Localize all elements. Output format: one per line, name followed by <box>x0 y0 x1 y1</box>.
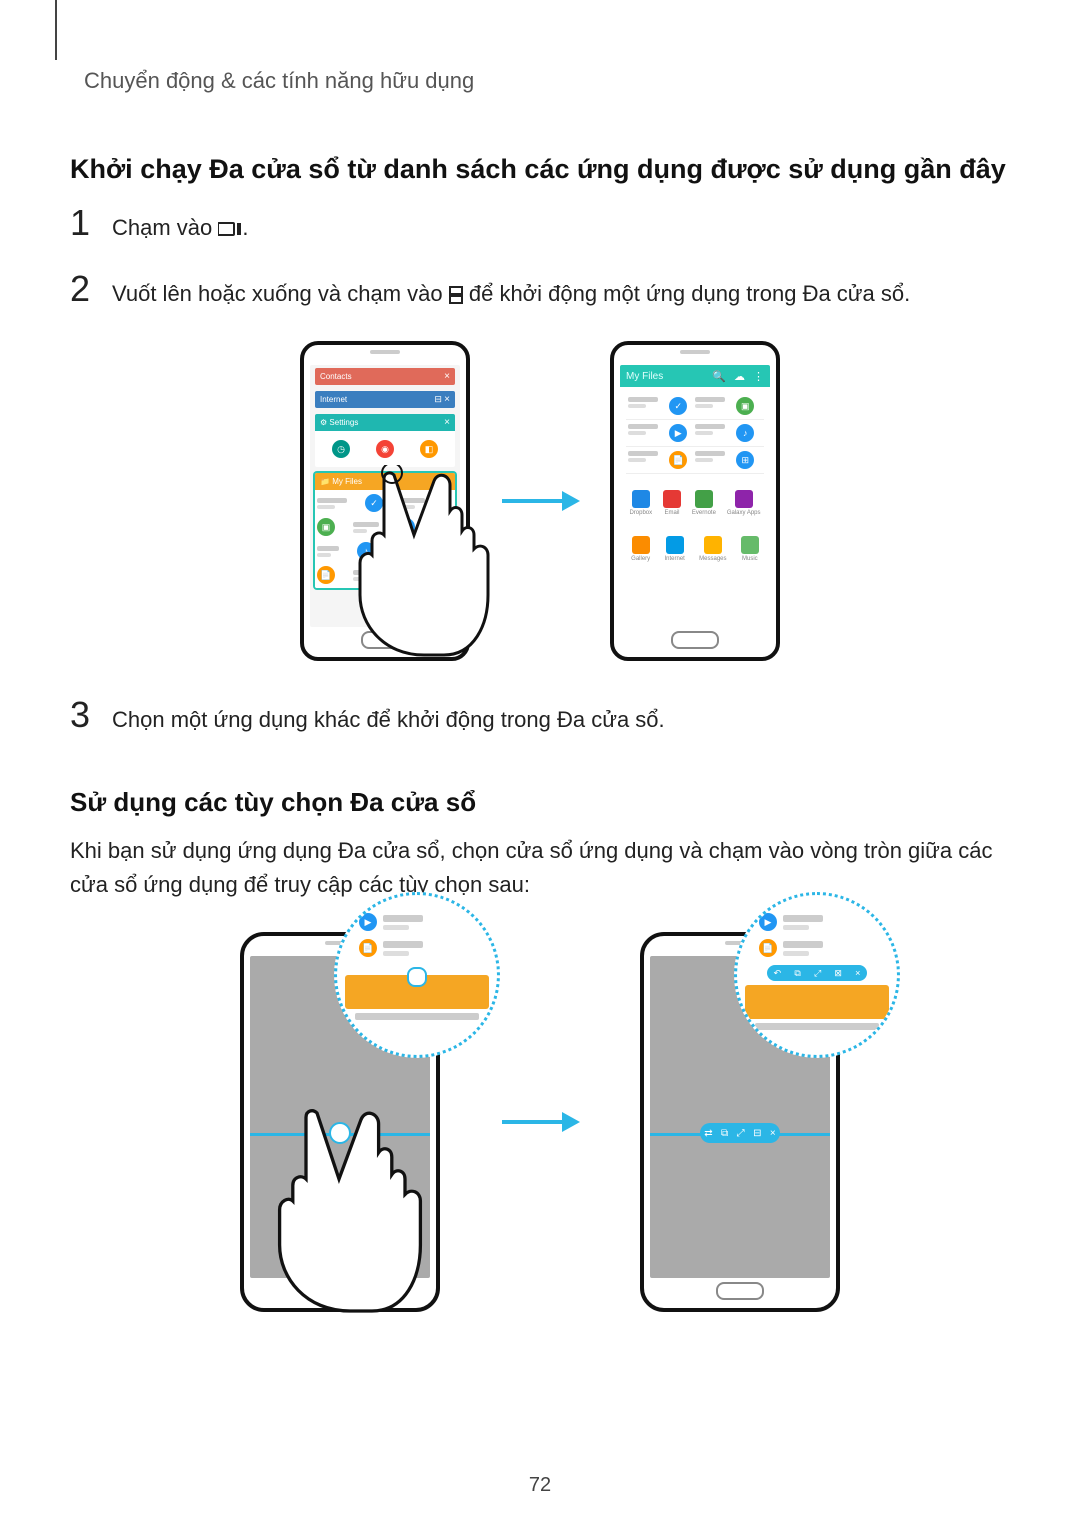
home-button-icon <box>316 1282 364 1300</box>
step-3-text: Chọn một ứng dụng khác để khởi động tron… <box>112 701 1010 736</box>
multiwindow-handle-icon <box>407 967 427 987</box>
step-1-text: Chạm vào . <box>112 209 1010 244</box>
section-2-body: Khi bạn sử dụng ứng dụng Đa cửa sổ, chọn… <box>70 834 1010 902</box>
header-side-rule <box>55 0 57 60</box>
toolbar-swap-icon: ↶ <box>774 968 782 979</box>
category-icon: ▶ <box>669 424 687 442</box>
toolbar-max-icon: ⤢ <box>814 968 821 979</box>
icon-chip: ▶ <box>359 913 377 931</box>
figure-2: ▶ 📄 ⇄ ⧉ <box>70 932 1010 1312</box>
multiwindow-toolbar: ⇄ ⧉ ⤢ ⊟ × <box>700 1123 780 1143</box>
arrow-right-icon <box>500 486 580 516</box>
home-button-icon <box>361 631 409 649</box>
arrow-right-icon <box>500 1107 580 1137</box>
split-icon: ⊟ <box>435 477 442 486</box>
home-button-icon <box>671 631 719 649</box>
step-1-number: 1 <box>70 205 102 241</box>
step-3-number: 3 <box>70 697 102 733</box>
icon-chip: ✓ <box>365 494 383 512</box>
app-icon <box>704 536 722 554</box>
toolbar-drag-icon: ⧉ <box>721 1128 728 1139</box>
app-icon <box>632 490 650 508</box>
category-icon: ✓ <box>669 397 687 415</box>
icon-chip: ◷ <box>332 440 350 458</box>
section-heading-2: Sử dụng các tùy chọn Đa cửa sổ <box>70 787 1010 818</box>
toolbar-swap-icon: ⇄ <box>704 1128 712 1139</box>
icon-chip: ◉ <box>376 440 394 458</box>
app-icon <box>663 490 681 508</box>
app-icon <box>632 536 650 554</box>
app-icon <box>741 536 759 554</box>
breadcrumb: Chuyển động & các tính năng hữu dụng <box>70 68 1010 94</box>
figure-1-phone-left: Contacts× Internet⊟ × ⚙ Settings× ◷ ◉ ◧ … <box>300 341 470 661</box>
icon-chip: 📄 <box>317 566 335 584</box>
category-icon: ▣ <box>736 397 754 415</box>
icon-chip: ▣ <box>317 518 335 536</box>
recent-card-title: Contacts <box>320 372 352 381</box>
files-header-title: My Files <box>626 371 704 382</box>
recents-key-icon <box>218 221 242 237</box>
close-icon: × <box>444 417 450 428</box>
toolbar-close-icon: × <box>770 1128 776 1139</box>
cloud-icon: ☁ <box>734 370 745 383</box>
icon-chip: 📄 <box>359 939 377 957</box>
toolbar-drag-icon: ⧉ <box>794 968 800 979</box>
step-2-text: Vuốt lên hoặc xuống và chạm vào để khởi … <box>112 275 1010 310</box>
category-icon: ♪ <box>736 424 754 442</box>
zoom-callout: ▶ 📄 <box>334 892 500 1058</box>
multiwindow-icon <box>449 286 463 304</box>
icon-chip: ◧ <box>420 440 438 458</box>
figure-1-phone-right: My Files 🔍 ☁ ⋮ ✓ ▣ ▶ <box>610 341 780 661</box>
recent-card-title: Internet <box>320 395 347 404</box>
page-number: 72 <box>0 1474 1080 1497</box>
recent-card-title: Settings <box>329 418 358 427</box>
recent-card-title: My Files <box>332 477 362 486</box>
icon-chip: ♪ <box>357 542 375 560</box>
step-list-continued: 3 Chọn một ứng dụng khác để khởi động tr… <box>70 701 1010 737</box>
close-icon: × <box>444 371 450 382</box>
toolbar-min-icon: ⊠ <box>834 968 842 979</box>
category-icon: ⊞ <box>736 451 754 469</box>
search-icon: 🔍 <box>712 370 726 383</box>
home-button-icon <box>716 1282 764 1300</box>
step-list: 1 Chạm vào . 2 Vuốt lên hoặc xuống và ch… <box>70 209 1010 311</box>
app-icon <box>735 490 753 508</box>
app-icon <box>695 490 713 508</box>
close-icon: × <box>444 476 450 487</box>
toolbar-max-icon: ⤢ <box>737 1128 745 1139</box>
split-icon: ⊟ <box>434 394 442 404</box>
zoom-callout: ▶ 📄 ↶ ⧉ ⤢ ⊠ × <box>734 892 900 1058</box>
category-icon: 📄 <box>669 451 687 469</box>
figure-1: Contacts× Internet⊟ × ⚙ Settings× ◷ ◉ ◧ … <box>70 341 1010 661</box>
app-icon <box>666 536 684 554</box>
icon-chip: ▶ <box>759 913 777 931</box>
close-icon: × <box>444 394 450 405</box>
section-heading-1: Khởi chạy Đa cửa sổ từ danh sách các ứng… <box>70 154 1010 185</box>
step-2-number: 2 <box>70 271 102 307</box>
toolbar-min-icon: ⊟ <box>753 1128 761 1139</box>
icon-chip: 📄 <box>759 939 777 957</box>
multiwindow-handle-icon <box>329 1122 351 1144</box>
icon-chip: ▶ <box>397 518 415 536</box>
multiwindow-toolbar: ↶ ⧉ ⤢ ⊠ × <box>767 965 867 981</box>
more-icon: ⋮ <box>753 370 764 383</box>
toolbar-close-icon: × <box>855 968 860 978</box>
